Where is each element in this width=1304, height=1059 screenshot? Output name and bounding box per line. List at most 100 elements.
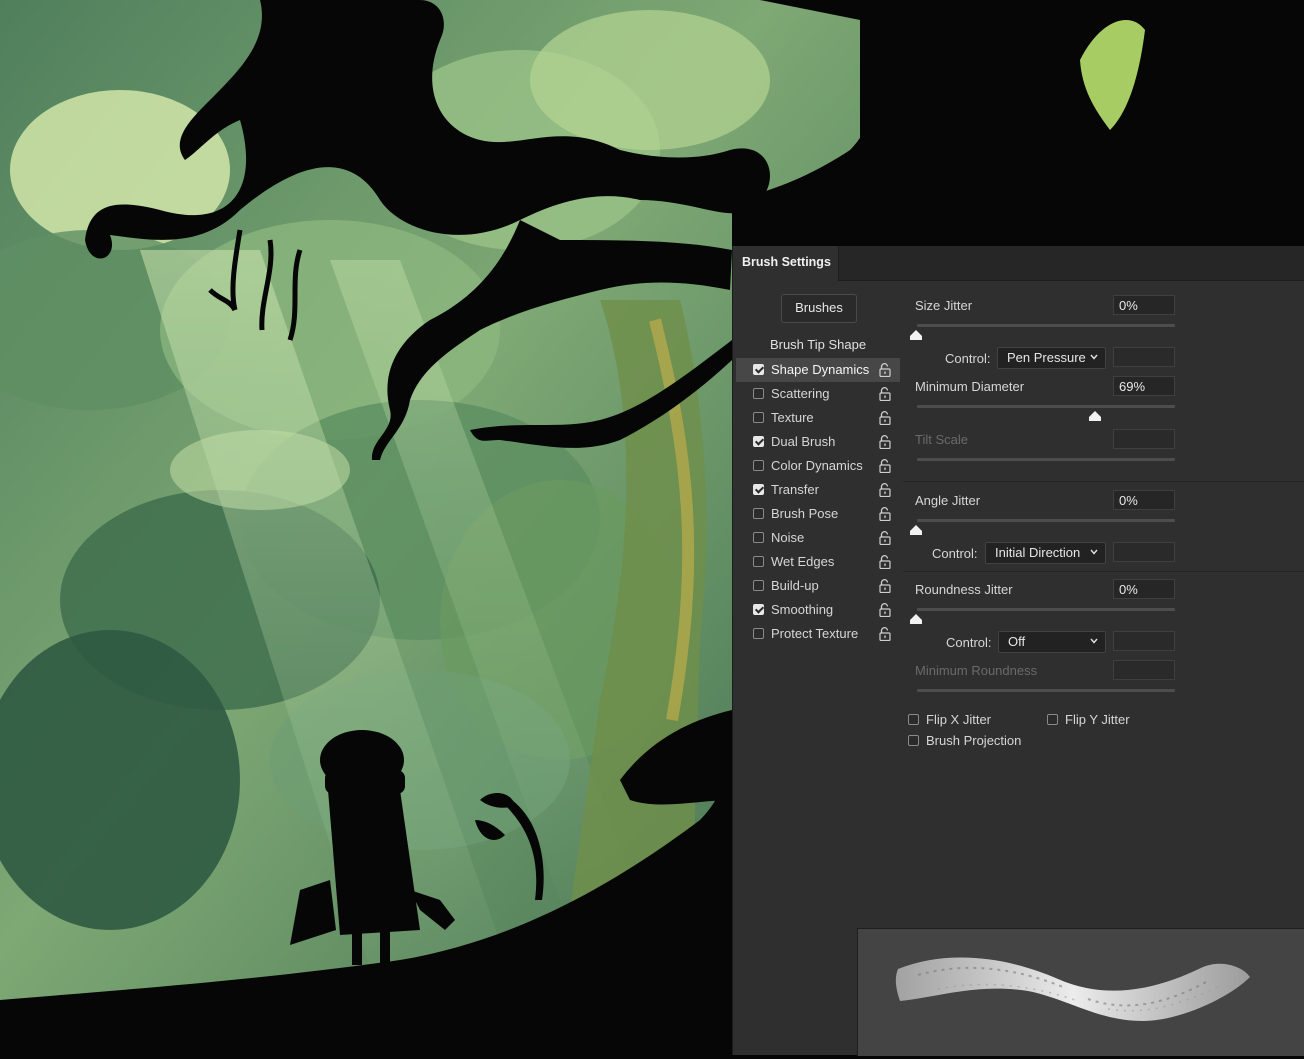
chevron-down-icon (1090, 354, 1098, 360)
size-jitter-slider-track[interactable] (917, 324, 1175, 327)
angle-jitter-slider-track[interactable] (917, 519, 1175, 522)
unlock-icon[interactable] (879, 603, 891, 617)
list-item-label: Wet Edges (771, 554, 835, 569)
size-control-value: Pen Pressure (1007, 350, 1086, 365)
slider-thumb-icon[interactable] (1089, 411, 1101, 421)
tilt-scale-input (1113, 429, 1175, 449)
checkbox-transfer[interactable] (753, 484, 764, 495)
unlock-icon[interactable] (879, 459, 891, 473)
minimum-diameter-slider-track[interactable] (917, 405, 1175, 408)
roundness-control-label: Control: (946, 635, 992, 650)
list-item-label: Scattering (771, 386, 830, 401)
roundness-jitter-label: Roundness Jitter (915, 582, 1013, 597)
list-item-brush-tip-shape[interactable]: Brush Tip Shape (736, 334, 900, 356)
list-item-noise[interactable]: Noise (736, 526, 900, 550)
checkbox-color-dynamics[interactable] (753, 460, 764, 471)
minimum-diameter-input[interactable]: 69% (1113, 376, 1175, 396)
tab-brush-settings[interactable]: Brush Settings (733, 246, 839, 281)
checkbox-brush-pose[interactable] (753, 508, 764, 519)
roundness-control-extra-input[interactable] (1113, 631, 1175, 651)
list-item-label: Smoothing (771, 602, 834, 617)
list-item-shape-dynamics[interactable]: Shape Dynamics (736, 358, 900, 382)
list-item-label: Texture (771, 410, 814, 425)
list-item-transfer[interactable]: Transfer (736, 478, 900, 502)
panel-tab-bar: Brush Settings (733, 246, 1304, 281)
unlock-icon[interactable] (879, 435, 891, 449)
slider-thumb-icon[interactable] (910, 330, 922, 340)
list-item-label: Brush Pose (771, 506, 839, 521)
list-item-texture[interactable]: Texture (736, 406, 900, 430)
tilt-scale-label: Tilt Scale (915, 432, 968, 447)
roundness-jitter-input[interactable]: 0% (1113, 579, 1175, 599)
size-control-label: Control: (945, 351, 991, 366)
list-item-build-up[interactable]: Build-up (736, 574, 900, 598)
slider-thumb-icon[interactable] (910, 525, 922, 535)
unlock-icon[interactable] (879, 363, 891, 377)
angle-control-value: Initial Direction (995, 545, 1081, 560)
list-item-dual-brush[interactable]: Dual Brush (736, 430, 900, 454)
angle-control-select[interactable]: Initial Direction (985, 542, 1106, 564)
section-divider (903, 481, 1304, 482)
unlock-icon[interactable] (879, 507, 891, 521)
angle-control-extra-input[interactable] (1113, 542, 1175, 562)
brushes-button[interactable]: Brushes (781, 294, 857, 323)
chevron-down-icon (1090, 549, 1098, 555)
list-item-color-dynamics[interactable]: Color Dynamics (736, 454, 900, 478)
roundness-control-select[interactable]: Off (998, 631, 1106, 653)
size-control-select[interactable]: Pen Pressure (997, 347, 1106, 369)
minimum-roundness-slider-track (917, 689, 1175, 692)
minimum-roundness-label: Minimum Roundness (915, 663, 1038, 678)
list-item-protect-texture[interactable]: Protect Texture (736, 622, 900, 646)
slider-thumb-icon[interactable] (910, 614, 922, 624)
checkbox-protect-texture[interactable] (753, 628, 764, 639)
list-item-label: Color Dynamics (771, 458, 863, 473)
list-item-label: Shape Dynamics (771, 362, 870, 377)
checkbox-shape-dynamics[interactable] (753, 364, 764, 375)
list-item-scattering[interactable]: Scattering (736, 382, 900, 406)
angle-control-label: Control: (932, 546, 978, 561)
section-divider (903, 571, 1304, 572)
minimum-roundness-input (1113, 660, 1175, 680)
checkbox-wet-edges[interactable] (753, 556, 764, 567)
roundness-control-value: Off (1008, 634, 1026, 649)
flip-y-jitter-label: Flip Y Jitter (1065, 712, 1130, 727)
list-item-wet-edges[interactable]: Wet Edges (736, 550, 900, 574)
flip-y-jitter-checkbox[interactable] (1047, 714, 1058, 725)
size-control-extra-input[interactable] (1113, 347, 1175, 367)
unlock-icon[interactable] (879, 483, 891, 497)
list-item-label: Dual Brush (771, 434, 836, 449)
brush-options-list: Brush Tip Shape Shape Dynamics Scatterin… (736, 334, 900, 646)
list-item-label: Build-up (771, 578, 819, 593)
list-item-label: Noise (771, 530, 805, 545)
chevron-down-icon (1090, 638, 1098, 644)
list-item-smoothing[interactable]: Smoothing (736, 598, 900, 622)
brush-projection-checkbox[interactable] (908, 735, 919, 746)
brush-settings-panel: Brush Settings Brushes Brush Tip Shape S… (732, 246, 1304, 1056)
list-item-brush-pose[interactable]: Brush Pose (736, 502, 900, 526)
checkbox-smoothing[interactable] (753, 604, 764, 615)
flip-x-jitter-label: Flip X Jitter (926, 712, 992, 727)
roundness-jitter-slider-track[interactable] (917, 608, 1175, 611)
checkbox-texture[interactable] (753, 412, 764, 423)
brush-projection-label: Brush Projection (926, 733, 1022, 748)
unlock-icon[interactable] (879, 579, 891, 593)
flip-x-jitter-checkbox[interactable] (908, 714, 919, 725)
unlock-icon[interactable] (879, 531, 891, 545)
unlock-icon[interactable] (879, 387, 891, 401)
size-jitter-label: Size Jitter (915, 298, 973, 313)
list-item-label: Protect Texture (771, 626, 859, 641)
brush-stroke-preview (857, 928, 1304, 1056)
checkbox-dual-brush[interactable] (753, 436, 764, 447)
unlock-icon[interactable] (879, 555, 891, 569)
angle-jitter-label: Angle Jitter (915, 493, 981, 508)
brush-stroke-image (895, 957, 1250, 1021)
list-item-label: Transfer (771, 482, 819, 497)
checkbox-build-up[interactable] (753, 580, 764, 591)
unlock-icon[interactable] (879, 411, 891, 425)
checkbox-scattering[interactable] (753, 388, 764, 399)
checkbox-noise[interactable] (753, 532, 764, 543)
unlock-icon[interactable] (879, 627, 891, 641)
size-jitter-input[interactable]: 0% (1113, 295, 1175, 315)
angle-jitter-input[interactable]: 0% (1113, 490, 1175, 510)
tilt-scale-slider-track (917, 458, 1175, 461)
